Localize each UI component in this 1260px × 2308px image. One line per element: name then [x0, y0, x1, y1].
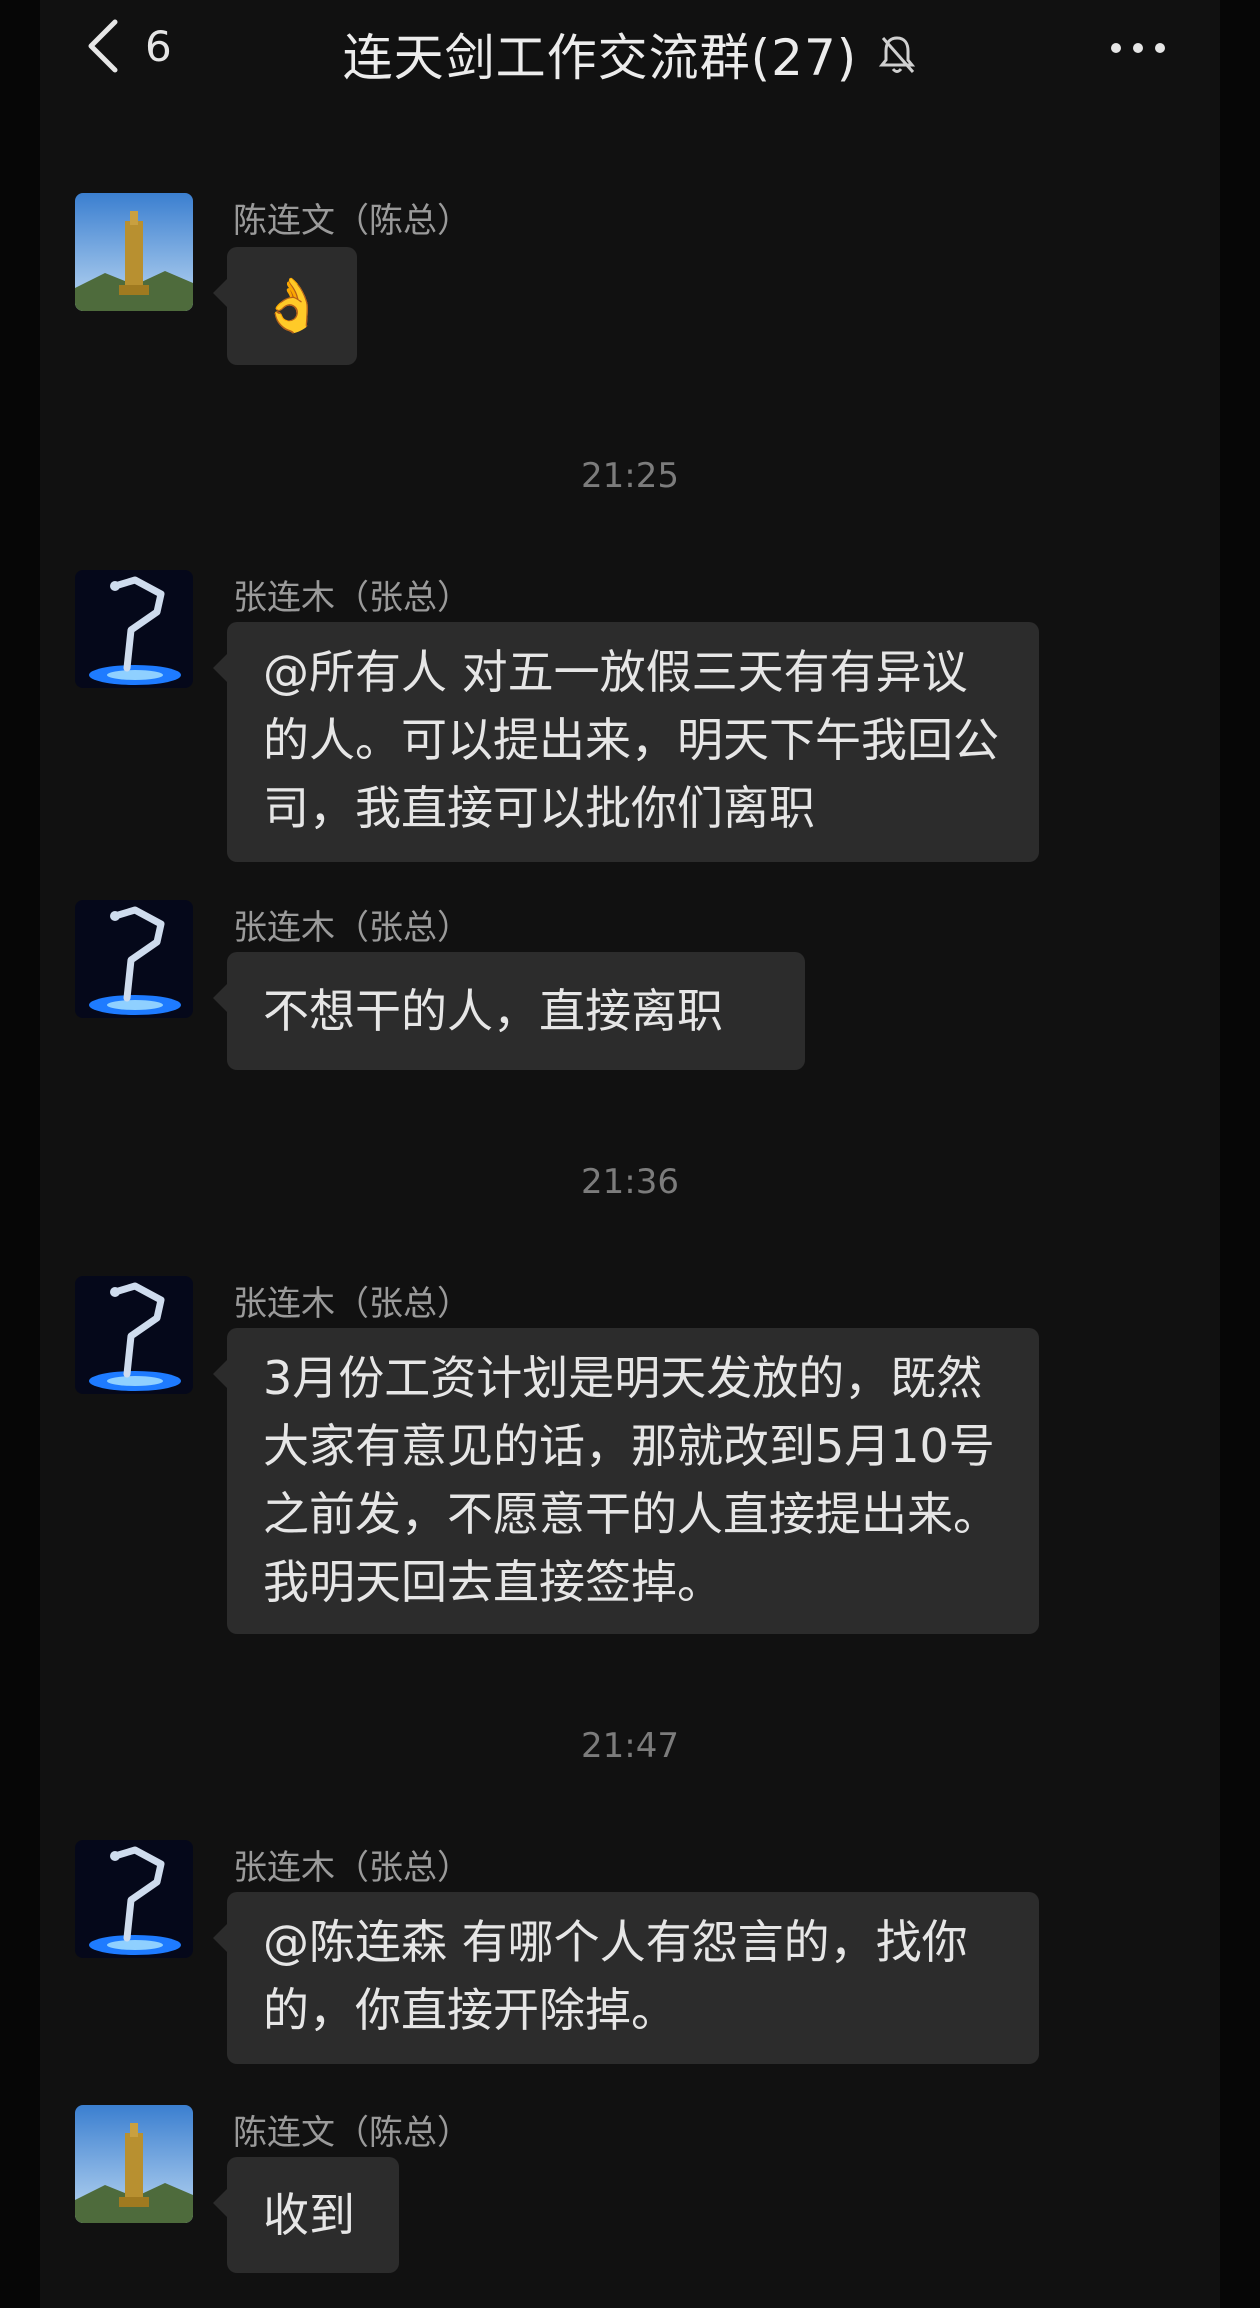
message-text: @陈连森 有哪个人有怨言的，找你的，你直接开除掉。	[263, 1915, 968, 2037]
avatar[interactable]	[75, 1276, 193, 1394]
chat-title: 连天剑工作交流群(27)	[342, 29, 858, 87]
mute-bell-icon	[879, 36, 916, 73]
message-bubble[interactable]: @所有人 对五一放假三天有有异议的人。可以提出来，明天下午我回公司，我直接可以批…	[213, 622, 1039, 862]
ok-hand-emoji: 👌	[259, 276, 325, 336]
message-text: 收到	[263, 2188, 355, 2242]
tower-avatar-icon	[75, 193, 193, 311]
message-text: 3月份工资计划是明天发放的，既然大家有意见的话，那就改到5月10号之前发，不愿意…	[263, 1351, 999, 1609]
avatar[interactable]	[75, 1840, 193, 1958]
sender-name: 张连木（张总）	[233, 578, 471, 618]
right-edge	[1220, 0, 1260, 2308]
message-bubble[interactable]: 3月份工资计划是明天发放的，既然大家有意见的话，那就改到5月10号之前发，不愿意…	[213, 1328, 1039, 1634]
robot-arm-avatar-icon	[75, 1276, 193, 1394]
robot-arm-avatar-icon	[75, 570, 193, 688]
sender-name: 张连木（张总）	[233, 1284, 471, 1324]
message-bubble[interactable]: 👌	[213, 247, 357, 365]
robot-arm-avatar-icon	[75, 900, 193, 1018]
message-text: @所有人 对五一放假三天有有异议的人。可以提出来，明天下午我回公司，我直接可以批…	[263, 645, 999, 835]
message-bubble[interactable]: 收到	[213, 2157, 399, 2273]
sender-name: 张连木（张总）	[233, 908, 471, 948]
more-options-button[interactable]	[1111, 28, 1165, 68]
avatar[interactable]	[75, 2105, 193, 2223]
dot-icon	[1111, 43, 1121, 53]
timestamp: 21:47	[581, 1726, 679, 1766]
timestamp: 21:36	[581, 1162, 679, 1202]
message-text: 不想干的人，直接离职	[263, 984, 723, 1038]
header-title-area: 连天剑工作交流群(27)	[0, 18, 1260, 90]
dot-icon	[1133, 43, 1143, 53]
avatar[interactable]	[75, 900, 193, 1018]
chat-screen: 6 连天剑工作交流群(27) 陈连文（陈总） 👌 21:25 张连木（张总） @…	[0, 0, 1260, 2308]
tower-avatar-icon	[75, 2105, 193, 2223]
left-edge	[0, 0, 40, 2308]
sender-name: 陈连文（陈总）	[233, 2113, 471, 2153]
robot-arm-avatar-icon	[75, 1840, 193, 1958]
sender-name: 陈连文（陈总）	[233, 201, 471, 241]
dot-icon	[1155, 43, 1165, 53]
avatar[interactable]	[75, 193, 193, 311]
timestamp: 21:25	[581, 456, 679, 496]
message-bubble[interactable]: @陈连森 有哪个人有怨言的，找你的，你直接开除掉。	[213, 1892, 1039, 2064]
sender-name: 张连木（张总）	[233, 1848, 471, 1888]
avatar[interactable]	[75, 570, 193, 688]
message-bubble[interactable]: 不想干的人，直接离职	[213, 952, 805, 1070]
